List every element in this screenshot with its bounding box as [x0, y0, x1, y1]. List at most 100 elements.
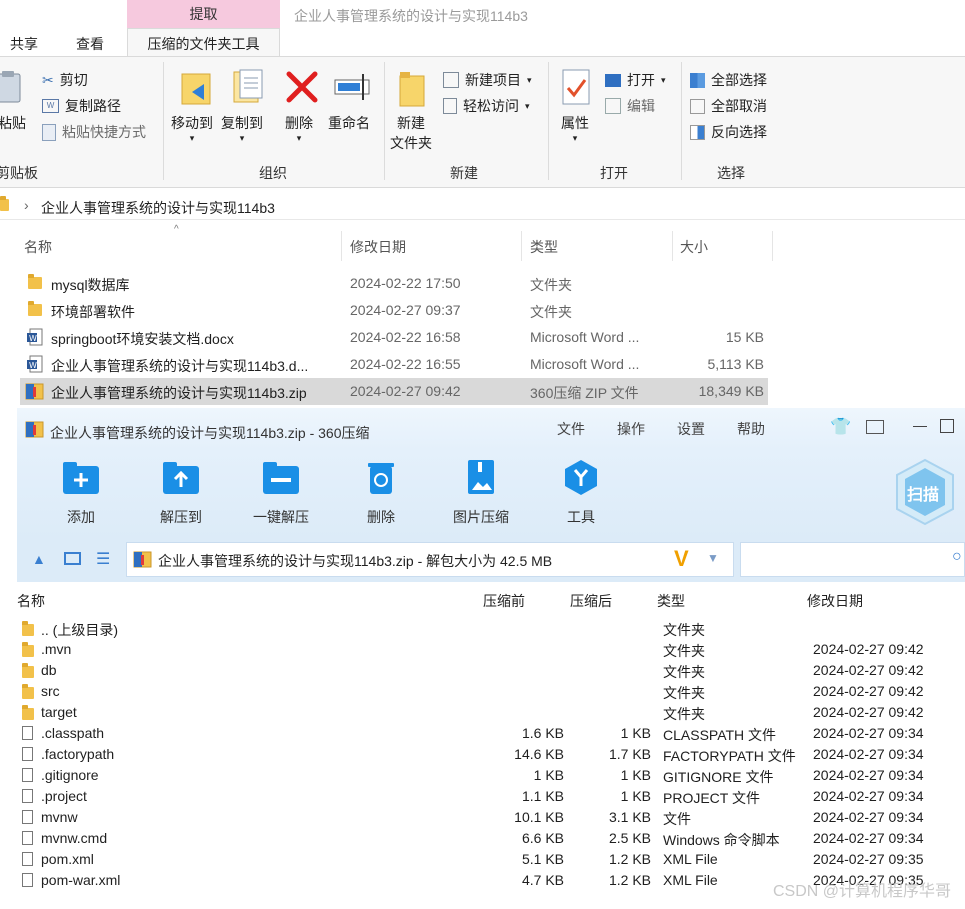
zip-row[interactable]: mvnw 10.1 KB 3.1 KB 文件 2024-02-27 09:34 [17, 808, 965, 829]
thumbnail-view-icon[interactable] [64, 552, 81, 565]
select-group-label: 选择 [717, 165, 745, 181]
copy-to-label: 复制到 [221, 115, 263, 131]
zip-file-type: 文件夹 [663, 685, 705, 701]
zip-file-name: .. (上级目录) [41, 622, 118, 638]
extract-to-button[interactable]: 解压到 [150, 460, 212, 527]
copy-path-button[interactable]: W 复制路径 [42, 96, 121, 116]
zip-row[interactable]: .project 1.1 KB 1 KB PROJECT 文件 2024-02-27 0… [17, 787, 965, 808]
col-name[interactable]: 名称 [24, 237, 52, 257]
tools-label: 工具 [567, 509, 595, 525]
context-tab-extract[interactable]: 提取 [127, 0, 280, 28]
scan-button[interactable]: 扫描 [893, 458, 957, 526]
zip-row[interactable]: src 文件夹 2024-02-27 09:42 [17, 682, 965, 703]
zcol-before[interactable]: 压缩前 [483, 591, 525, 611]
edit-button[interactable]: 编辑 [605, 96, 655, 116]
paste-shortcut-button[interactable]: 粘贴快捷方式 [42, 122, 146, 142]
menu-operate[interactable]: 操作 [617, 419, 645, 439]
zip-row[interactable]: target 文件夹 2024-02-27 09:42 [17, 703, 965, 724]
folder-icon [22, 663, 34, 681]
menu-file[interactable]: 文件 [557, 419, 585, 439]
chevron-down-icon: ▾ [661, 74, 666, 85]
select-all-button[interactable]: 全部选择 [690, 70, 767, 90]
list-item-selected[interactable]: 企业人事管理系统的设计与实现114b3.zip 2024-02-27 09:42… [20, 378, 768, 405]
zip-file-date: 2024-02-27 09:34 [813, 725, 924, 741]
zip-file-type: 文件夹 [663, 706, 705, 722]
move-to-button[interactable]: 移动到 ▾ [171, 113, 213, 144]
delete-button[interactable]: 删除 ▾ [285, 113, 313, 144]
invert-selection-button[interactable]: 反向选择 [690, 122, 767, 142]
list-item[interactable]: W 企业人事管理系统的设计与实现114b3.d... 2024-02-22 16… [20, 351, 768, 378]
tab-view[interactable]: 查看 [76, 34, 104, 54]
extract-folder-icon [150, 460, 212, 499]
list-view-icon[interactable]: ☰ [96, 549, 110, 569]
file-icon [22, 768, 33, 785]
zip-row[interactable]: pom.xml 5.1 KB 1.2 KB XML File 2024-02-27 09… [17, 850, 965, 871]
zip-row[interactable]: .. (上级目录) 文件夹 [17, 619, 965, 640]
folder-icon [22, 705, 34, 723]
image-compress-label: 图片压缩 [453, 509, 509, 525]
zip-delete-button[interactable]: 删除 [361, 460, 401, 527]
folder-icon [22, 684, 34, 702]
tab-share[interactable]: 共享 [10, 34, 38, 54]
zip-file-type: XML File [663, 872, 718, 888]
zip-row[interactable]: mvnw.cmd 6.6 KB 2.5 KB Windows 命令脚本 2024-02-… [17, 829, 965, 850]
menu-help[interactable]: 帮助 [737, 419, 765, 439]
new-item-button[interactable]: 新建项目 ▾ [443, 70, 532, 90]
search-icon[interactable]: ○ [952, 548, 962, 566]
cut-button[interactable]: ✂ 剪切 [42, 70, 88, 90]
copy-to-button[interactable]: 复制到 ▾ [221, 113, 263, 144]
skin-icon[interactable]: 👕 [830, 417, 851, 437]
col-date[interactable]: 修改日期 [350, 237, 406, 257]
feedback-icon[interactable] [866, 420, 884, 434]
tab-compressed-tools[interactable]: 压缩的文件夹工具 [127, 28, 280, 56]
col-size[interactable]: 大小 [680, 237, 708, 257]
file-date: 2024-02-22 17:50 [350, 275, 461, 291]
zip-row[interactable]: .mvn 文件夹 2024-02-27 09:42 [17, 640, 965, 661]
col-type[interactable]: 类型 [530, 237, 558, 257]
rename-button[interactable]: 重命名 [328, 113, 370, 133]
zip-file-type: PROJECT 文件 [663, 790, 760, 806]
zip-row[interactable]: .factorypath 14.6 KB 1.7 KB FACTORYPATH 文件 2… [17, 745, 965, 766]
zip-row[interactable]: db 文件夹 2024-02-27 09:42 [17, 661, 965, 682]
file-type: Microsoft Word ... [530, 329, 640, 345]
zip-size-after: 2.5 KB [608, 830, 651, 846]
properties-button[interactable]: 属性 ▾ [561, 113, 589, 144]
easy-access-button[interactable]: 轻松访问 ▾ [443, 96, 530, 116]
file-type: Microsoft Word ... [530, 356, 640, 372]
zip-file-date: 2024-02-27 09:35 [813, 851, 924, 867]
zcol-name[interactable]: 名称 [17, 591, 45, 611]
zip-row[interactable]: .classpath 1.6 KB 1 KB CLASSPATH 文件 2024-02-… [17, 724, 965, 745]
file-name: springboot环境安装文档.docx [51, 331, 234, 347]
new-folder-button[interactable]: 新建 文件夹 [390, 113, 432, 153]
add-button[interactable]: 添加 [60, 460, 102, 527]
paste-button[interactable]: 粘贴 [0, 113, 26, 133]
watermark: CSDN @计算机程序华哥 [772, 883, 951, 900]
list-item[interactable]: mysql数据库 2024-02-22 17:50 文件夹 [20, 270, 768, 297]
maximize-icon[interactable] [940, 419, 954, 433]
zip-search-input[interactable] [740, 542, 965, 577]
zip-size-before: 6.6 KB [521, 830, 564, 846]
tools-button[interactable]: 工具 [560, 458, 602, 527]
word-doc-icon: W [26, 328, 44, 349]
minimize-icon[interactable] [913, 426, 927, 427]
open-button[interactable]: 打开 ▾ [605, 70, 666, 90]
select-none-button[interactable]: 全部取消 [690, 96, 767, 116]
paste-shortcut-icon [42, 123, 56, 141]
list-item[interactable]: W springboot环境安装文档.docx 2024-02-22 16:58… [20, 324, 768, 351]
breadcrumb[interactable]: 企业人事管理系统的设计与实现114b3 [41, 198, 275, 218]
list-item[interactable]: 环境部署软件 2024-02-27 09:37 文件夹 [20, 297, 768, 324]
up-arrow-icon[interactable]: ▲ [32, 551, 46, 567]
zcol-after[interactable]: 压缩后 [570, 591, 612, 611]
zip-row[interactable]: .gitignore 1 KB 1 KB GITIGNORE 文件 2024-02-27… [17, 766, 965, 787]
svg-text:W: W [29, 334, 37, 343]
menu-settings[interactable]: 设置 [677, 419, 705, 439]
zcol-type[interactable]: 类型 [657, 591, 685, 611]
zcol-date[interactable]: 修改日期 [807, 591, 863, 611]
file-name: 企业人事管理系统的设计与实现114b3.zip [51, 385, 307, 401]
zip-file-type: 文件夹 [663, 622, 705, 638]
zip-size-after: 1 KB [620, 788, 651, 804]
image-compress-button[interactable]: 图片压缩 [450, 458, 512, 527]
one-click-extract-button[interactable]: 一键解压 [249, 460, 313, 527]
dropdown-arrow-icon[interactable]: ▼ [707, 551, 719, 565]
paste-shortcut-label: 粘贴快捷方式 [62, 124, 146, 140]
